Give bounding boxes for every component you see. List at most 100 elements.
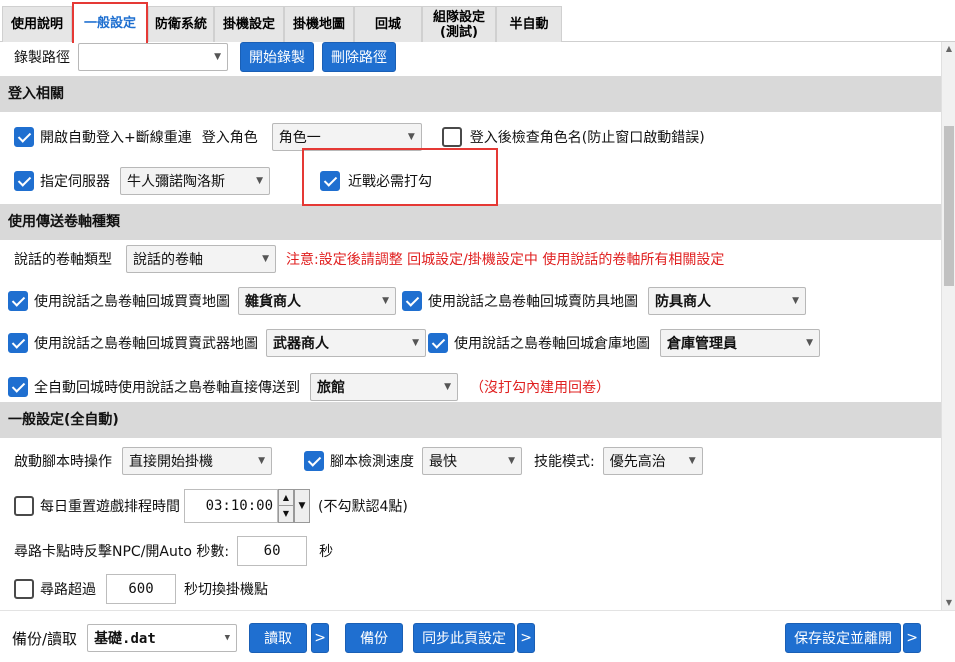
chevron-down-icon: ▼	[214, 52, 221, 62]
tab-bar: 使用說明 一般設定 防衛系統 掛機設定 掛機地圖 回城 組隊設定 (測試) 半自…	[0, 0, 955, 43]
chevron-down-icon: ▼	[407, 132, 415, 142]
tab-label: 回城	[374, 17, 401, 32]
chevron-down-icon: ▼	[806, 338, 813, 348]
tab-afk-settings[interactable]: 掛機設定	[214, 6, 284, 42]
scroll-notice: 注意:設定後請調整 回城設定/掛機設定中 使用說話的卷軸所有相關設定	[286, 252, 725, 268]
buy-sell-map-value: 雜貨商人	[245, 294, 301, 310]
login-role-select[interactable]: 角色一 ▼	[271, 123, 422, 151]
vertical-scrollbar[interactable]: ▲ ▼	[941, 42, 955, 610]
buy-sell-map-row: 使用說話之島卷軸回城買賣地圖 雜貨商人 ▼ 使用說話之島卷軸回城賣防具地圖 防具商…	[8, 286, 806, 316]
detect-speed-checkbox[interactable]	[304, 451, 324, 471]
server-value: 牛人彌諾陶洛斯	[127, 174, 225, 190]
time-spinner: ▲ ▼	[278, 489, 294, 523]
login-role-value: 角色一	[278, 130, 321, 146]
tab-party-settings[interactable]: 組隊設定 (測試)	[422, 6, 496, 42]
buy-sell-weapon-map-select[interactable]: 武器商人 ▼	[266, 329, 426, 357]
tab-general-settings[interactable]: 一般設定	[72, 2, 148, 43]
sync-more-button[interactable]: >	[517, 623, 536, 653]
record-path-label: 錄製路徑	[14, 50, 70, 66]
chevron-down-icon: ▼	[262, 254, 269, 264]
direct-teleport-note: （沒打勾內建用回卷）	[470, 380, 610, 396]
daily-reset-checkbox[interactable]	[14, 496, 34, 516]
backup-file-value: 基礎.dat	[94, 631, 156, 647]
counter-unit: 秒	[319, 544, 334, 560]
check-role-name-checkbox[interactable]	[441, 127, 462, 147]
section-general-auto: 一般設定(全自動)	[0, 402, 941, 438]
chevron-down-icon: ▼	[258, 456, 265, 466]
section-login: 登入相關	[0, 76, 941, 112]
path-timeout-input[interactable]: 600	[106, 574, 176, 604]
server-select[interactable]: 牛人彌諾陶洛斯 ▼	[120, 167, 270, 195]
scroll-up-icon[interactable]: ▲	[942, 42, 955, 56]
tab-label: 一般設定	[83, 16, 136, 31]
sell-armor-map-checkbox[interactable]	[402, 291, 422, 311]
skill-mode-label: 技能模式:	[534, 454, 595, 470]
buy-sell-map-select[interactable]: 雜貨商人 ▼	[238, 287, 396, 315]
warehouse-map-value: 倉庫管理員	[667, 336, 737, 352]
daily-reset-note: (不勾默認4點)	[318, 499, 408, 515]
start-recording-button[interactable]: 開始錄製	[240, 42, 314, 72]
skill-mode-select[interactable]: 優先高治 ▼	[602, 447, 703, 475]
counter-row: 尋路卡點時反擊NPC/開Auto 秒數: 60 秒	[14, 536, 333, 566]
chevron-down-icon: ▼	[412, 338, 419, 348]
path-timeout-checkbox[interactable]	[14, 579, 34, 599]
counter-input[interactable]: 60	[237, 536, 308, 566]
scroll-down-icon[interactable]: ▼	[942, 596, 955, 610]
scroll-type-select[interactable]: 說話的卷軸 ▼	[126, 245, 276, 273]
tab-label: 掛機設定	[222, 17, 275, 32]
settings-panel: 錄製路徑 ▼ 開始錄製 刪除路徑 登入相關 開啟自動登入+斷線重連 登入角色 角…	[0, 42, 941, 610]
daily-reset-time-input[interactable]: 03:10:00	[184, 489, 278, 523]
path-timeout-value: 600	[128, 581, 154, 597]
backup-file-select[interactable]: 基礎.dat ▼	[87, 624, 238, 652]
path-timeout-row: 尋路超過 600 秒切換掛機點	[14, 574, 268, 604]
tab-return-town[interactable]: 回城	[354, 6, 422, 42]
backup-button[interactable]: 備份	[345, 623, 404, 653]
scrollbar-thumb[interactable]	[944, 126, 954, 286]
save-more-button[interactable]: >	[903, 623, 922, 653]
warehouse-map-checkbox[interactable]	[428, 333, 448, 353]
read-button[interactable]: 讀取	[249, 623, 308, 653]
delete-path-button[interactable]: 刪除路徑	[322, 42, 396, 72]
tab-defense-system[interactable]: 防衛系統	[148, 6, 214, 42]
chevron-down-icon: ▼	[382, 296, 389, 306]
buy-sell-weapon-map-value: 武器商人	[273, 336, 329, 352]
buy-sell-weapon-map-checkbox[interactable]	[8, 333, 28, 353]
daily-reset-row: 每日重置遊戲排程時間 03:10:00 ▲ ▼ ▼ (不勾默認4點)	[14, 488, 408, 524]
direct-teleport-row: 全自動回城時使用說話之島卷軸直接傳送到 旅館 ▼ （沒打勾內建用回卷）	[8, 372, 610, 402]
tab-semi-auto[interactable]: 半自動	[496, 6, 562, 42]
detect-speed-select[interactable]: 最快 ▼	[422, 447, 522, 475]
auto-login-checkbox[interactable]	[14, 127, 34, 147]
chevron-down-icon: ▼	[444, 382, 451, 392]
scroll-type-row: 說話的卷軸類型 說話的卷軸 ▼ 注意:設定後請調整 回城設定/掛機設定中 使用說話…	[14, 244, 724, 274]
read-more-button[interactable]: >	[311, 623, 330, 653]
chevron-down-icon: ▼	[224, 633, 231, 643]
direct-teleport-checkbox[interactable]	[8, 377, 28, 397]
specify-server-checkbox[interactable]	[14, 171, 34, 191]
chevron-down-icon[interactable]: ▼	[294, 489, 310, 523]
save-exit-button[interactable]: 保存設定並離開	[785, 623, 902, 653]
sell-armor-map-label: 使用說話之島卷軸回城賣防具地圖	[428, 294, 638, 310]
sell-armor-map-select[interactable]: 防具商人 ▼	[648, 287, 806, 315]
warehouse-map-select[interactable]: 倉庫管理員 ▼	[660, 329, 820, 357]
startup-select[interactable]: 直接開始掛機 ▼	[122, 447, 272, 475]
scroll-type-value: 說話的卷軸	[133, 252, 203, 268]
footer-bar: 備份/讀取 基礎.dat ▼ 讀取 > 備份 同步此頁設定 > 保存設定並離開 >	[0, 610, 955, 662]
scroll-type-label: 說話的卷軸類型	[14, 252, 112, 268]
sync-page-button[interactable]: 同步此頁設定	[413, 623, 516, 653]
spin-up-icon[interactable]: ▲	[278, 489, 294, 506]
tab-afk-map[interactable]: 掛機地圖	[284, 6, 354, 42]
chevron-down-icon: ▼	[508, 456, 515, 466]
chevron-down-icon: ▼	[688, 456, 696, 466]
tab-instructions[interactable]: 使用說明	[2, 6, 72, 42]
spin-down-icon[interactable]: ▼	[278, 506, 294, 523]
daily-reset-label: 每日重置遊戲排程時間	[40, 499, 180, 515]
daily-reset-time-value: 03:10:00	[205, 498, 273, 514]
melee-required-checkbox[interactable]	[320, 171, 340, 191]
tab-label: 組隊設定 (測試)	[432, 9, 485, 40]
sell-armor-map-value: 防具商人	[655, 294, 711, 310]
record-path-select[interactable]: ▼	[78, 43, 228, 71]
direct-teleport-select[interactable]: 旅館 ▼	[310, 373, 458, 401]
direct-teleport-value: 旅館	[317, 380, 345, 396]
chevron-down-icon: ▼	[256, 176, 263, 186]
buy-sell-map-checkbox[interactable]	[8, 291, 28, 311]
